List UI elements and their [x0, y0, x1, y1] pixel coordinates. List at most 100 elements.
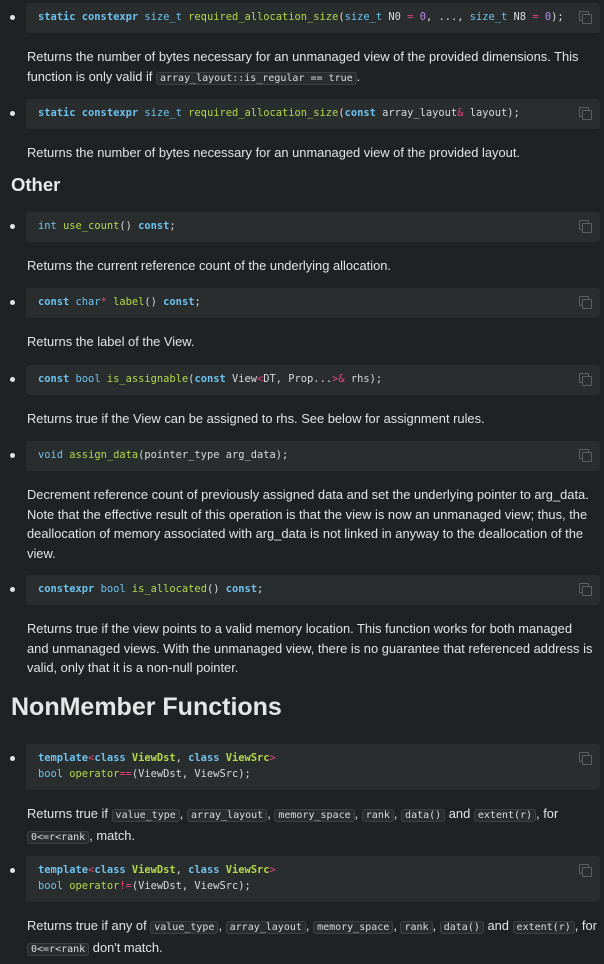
- code-token: ViewDst: [131, 864, 176, 876]
- code-token: array_layout: [375, 107, 458, 119]
- inline-code: 0<=r<rank: [27, 942, 90, 956]
- code-token: !=: [119, 880, 132, 892]
- inline-code: 0<=r<rank: [27, 830, 90, 844]
- copy-icon[interactable]: [579, 583, 592, 596]
- code-token: operator: [69, 880, 120, 892]
- section-heading-nonmember: NonMember Functions: [11, 693, 282, 721]
- code-token: size_t: [144, 11, 182, 23]
- code-token: static constexpr: [38, 107, 139, 119]
- code-token: class: [94, 752, 126, 764]
- code-token: (): [144, 296, 164, 308]
- inline-code: extent(r): [473, 809, 537, 822]
- inline-code: memory_space: [274, 809, 355, 822]
- list-bullet: [10, 756, 15, 761]
- inline-code: array_layout::is_regular == true: [155, 71, 357, 85]
- copy-icon[interactable]: [579, 11, 592, 24]
- code-block: template<class ViewDst, class ViewSrc> b…: [26, 856, 600, 902]
- code-token: bool: [38, 880, 64, 892]
- code-token: View: [225, 373, 257, 385]
- code-token: N8: [507, 11, 533, 23]
- inline-code: value_type: [150, 921, 219, 934]
- code-token: constexpr: [38, 583, 95, 595]
- code-token: is_assignable: [106, 373, 189, 385]
- code-token: >: [269, 864, 276, 876]
- code-token: (ViewDst, ViewSrc);: [131, 768, 251, 780]
- code-token: class: [188, 864, 220, 876]
- code-token: const: [38, 373, 70, 385]
- inline-code: data(): [401, 809, 446, 822]
- code-token: static constexpr: [38, 11, 139, 23]
- copy-icon[interactable]: [579, 107, 592, 120]
- code-token: ViewSrc: [225, 752, 270, 764]
- copy-icon[interactable]: [579, 449, 592, 462]
- copy-icon[interactable]: [579, 296, 592, 309]
- section-heading-other: Other: [11, 174, 61, 195]
- code-token: >&: [332, 373, 345, 385]
- inline-code: array_layout: [225, 921, 306, 934]
- description: Returns the number of bytes necessary fo…: [27, 145, 520, 160]
- code-token: is_allocated: [131, 583, 207, 595]
- description: Returns the label of the View.: [27, 334, 195, 349]
- list-bullet: [10, 587, 15, 592]
- description: Returns true if the View can be assigned…: [27, 411, 485, 426]
- code-token: use_count: [63, 220, 120, 232]
- description: Returns true if value_type, array_layout…: [27, 806, 559, 844]
- code-token: const: [225, 583, 258, 595]
- code-token: ;: [169, 220, 176, 232]
- code-token: bool: [100, 583, 126, 595]
- code-block: void assign_data(pointer_type arg_data);: [26, 441, 600, 471]
- code-token: ,: [175, 864, 189, 876]
- code-token: ;: [257, 583, 264, 595]
- code-block: template<class ViewDst, class ViewSrc> b…: [26, 744, 600, 790]
- code-token: required_allocation_size: [188, 107, 339, 119]
- code-token: class: [94, 864, 126, 876]
- code-token: (ViewDst, ViewSrc);: [131, 880, 251, 892]
- code-token: const: [138, 220, 170, 232]
- code-token: size_t: [144, 107, 182, 119]
- code-token: operator: [69, 768, 120, 780]
- code-token: void: [38, 449, 64, 461]
- code-token: const: [38, 296, 70, 308]
- code-token: rhs);: [344, 373, 383, 385]
- description: Decrement reference count of previously …: [27, 487, 589, 561]
- inline-code: extent(r): [512, 921, 575, 934]
- code-block: static constexpr size_t required_allocat…: [26, 3, 600, 33]
- list-bullet: [10, 453, 15, 458]
- code-token: bool: [75, 373, 101, 385]
- code-block: constexpr bool is_allocated() const;: [26, 575, 600, 605]
- code-block: const bool is_assignable(const View<DT, …: [26, 365, 600, 395]
- code-token: class: [188, 752, 220, 764]
- code-block: const char* label() const;: [26, 288, 600, 318]
- code-token: const: [194, 373, 226, 385]
- list-bullet: [10, 300, 15, 305]
- code-token: (): [206, 583, 226, 595]
- code-block: int use_count() const;: [26, 212, 600, 242]
- code-token: char: [75, 296, 101, 308]
- copy-icon[interactable]: [579, 373, 592, 386]
- description: Returns the number of bytes necessary fo…: [27, 49, 579, 85]
- code-block: static constexpr size_t required_allocat…: [26, 99, 600, 129]
- code-token: ViewSrc: [225, 864, 270, 876]
- code-token: const: [163, 296, 195, 308]
- inline-code: rank: [400, 921, 433, 934]
- code-token: (pointer_type arg_data);: [138, 449, 289, 461]
- code-token: int: [38, 220, 57, 232]
- description: Returns true if the view points to a val…: [27, 621, 593, 675]
- description: Returns true if any of value_type, array…: [27, 918, 597, 956]
- copy-icon[interactable]: [579, 864, 592, 877]
- inline-code: rank: [361, 809, 394, 822]
- code-token: required_allocation_size: [188, 11, 339, 23]
- code-token: label: [113, 296, 145, 308]
- code-token: template: [38, 752, 89, 764]
- copy-icon[interactable]: [579, 752, 592, 765]
- code-token: const: [344, 107, 376, 119]
- list-bullet: [10, 15, 15, 20]
- code-token: >: [269, 752, 276, 764]
- code-token: ==: [119, 768, 132, 780]
- code-token: );: [551, 11, 564, 23]
- copy-icon[interactable]: [579, 220, 592, 233]
- code-token: bool: [38, 768, 64, 780]
- code-token: ;: [194, 296, 201, 308]
- code-token: ViewDst: [131, 752, 176, 764]
- inline-code: value_type: [111, 809, 180, 822]
